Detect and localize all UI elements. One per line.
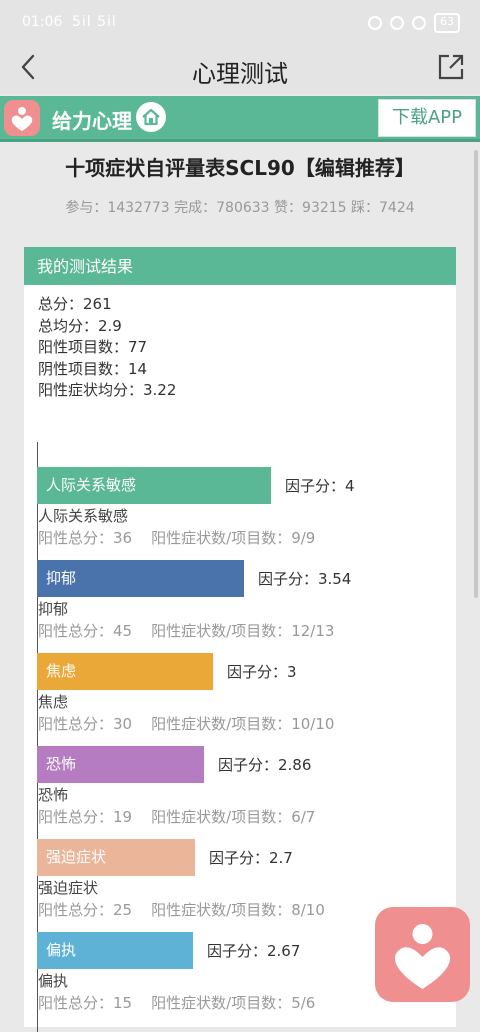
factor-detail: 阳性总分：25 阳性症状数/项目数：8/10 <box>38 901 325 919</box>
factor-bar: 焦虑 <box>37 653 213 690</box>
factor-score: 因子分：2.86 <box>218 756 312 774</box>
status-icons: 63 <box>368 13 460 33</box>
factor-bar: 人际关系敏感 <box>37 467 271 504</box>
factor-detail: 阳性总分：45 阳性症状数/项目数：12/13 <box>38 622 335 640</box>
brand-name: 给力心理 <box>52 109 132 133</box>
result-header: 我的测试结果 <box>24 247 456 285</box>
scrollbar[interactable] <box>474 150 478 598</box>
factor-name: 恐怖 <box>38 786 69 804</box>
status-time: 01:06 <box>22 14 63 30</box>
signal-icon: 5il 5il <box>72 14 117 30</box>
alarm-icon <box>368 16 382 30</box>
test-title: 十项症状自评量表SCL90【编辑推荐】 <box>65 156 415 180</box>
factor-bar: 偏执 <box>37 932 193 969</box>
heart-person-icon <box>394 924 451 989</box>
positive-items: 阳性项目数：77 <box>38 338 148 356</box>
factor-name: 强迫症状 <box>38 879 99 897</box>
factor-name: 人际关系敏感 <box>38 507 129 525</box>
factor-score: 因子分：2.7 <box>209 849 293 867</box>
factor-detail: 阳性总分：30 阳性症状数/项目数：10/10 <box>38 715 335 733</box>
result-summary: 总分：261 总均分：2.9 阳性项目数：77 阴性项目数：14 阳性症状均分：… <box>38 294 176 402</box>
factor-bar: 抑郁 <box>37 560 244 597</box>
factor-score: 因子分：3 <box>227 663 297 681</box>
heart-person-icon <box>4 100 40 136</box>
factor-row: 抑郁 因子分：3.54 抑郁 阳性总分：45 阳性症状数/项目数：12/13 <box>37 560 457 654</box>
page-title: 心理测试 <box>192 60 288 88</box>
factor-bar: 强迫症状 <box>37 839 195 876</box>
test-stats: 参与：1432773 完成：780633 赞：93215 踩：7424 <box>65 200 415 216</box>
factor-row: 焦虑 因子分：3 焦虑 阳性总分：30 阳性症状数/项目数：10/10 <box>37 653 457 747</box>
factor-detail: 阳性总分：19 阳性症状数/项目数：6/7 <box>38 808 316 826</box>
factor-name: 偏执 <box>38 972 69 990</box>
positive-average: 阳性症状均分：3.22 <box>38 381 177 399</box>
home-icon[interactable] <box>135 101 167 133</box>
status-bar: 01:06 5il 5il 63 <box>0 0 480 44</box>
download-app-button[interactable]: 下载APP <box>378 99 476 137</box>
factor-row: 恐怖 因子分：2.86 恐怖 阳性总分：19 阳性症状数/项目数：6/7 <box>37 746 457 840</box>
factor-name: 焦虑 <box>38 693 69 711</box>
factor-detail: 阳性总分：36 阳性症状数/项目数：9/9 <box>38 529 316 547</box>
average-score: 总均分：2.9 <box>38 316 122 335</box>
factor-score: 因子分：3.54 <box>258 570 352 588</box>
factor-name: 抑郁 <box>38 600 69 618</box>
factor-row: 人际关系敏感 因子分：4 人际关系敏感 阳性总分：36 阳性症状数/项目数：9/9 <box>37 467 457 561</box>
factor-score: 因子分：2.67 <box>207 942 301 960</box>
eye-icon <box>390 16 404 30</box>
nav-bar: 心理测试 <box>0 44 480 94</box>
total-score: 总分：261 <box>38 295 112 313</box>
brand-bar: 给力心理 下载APP <box>0 96 480 142</box>
floating-heart-button[interactable] <box>375 907 470 1002</box>
external-link-icon[interactable] <box>436 52 466 82</box>
factor-score: 因子分：4 <box>285 477 355 495</box>
factor-detail: 阳性总分：15 阳性症状数/项目数：5/6 <box>38 994 316 1012</box>
clock-icon <box>412 16 426 30</box>
battery-icon: 63 <box>434 13 460 33</box>
negative-items: 阴性项目数：14 <box>38 359 148 378</box>
factor-bar: 恐怖 <box>37 746 204 783</box>
